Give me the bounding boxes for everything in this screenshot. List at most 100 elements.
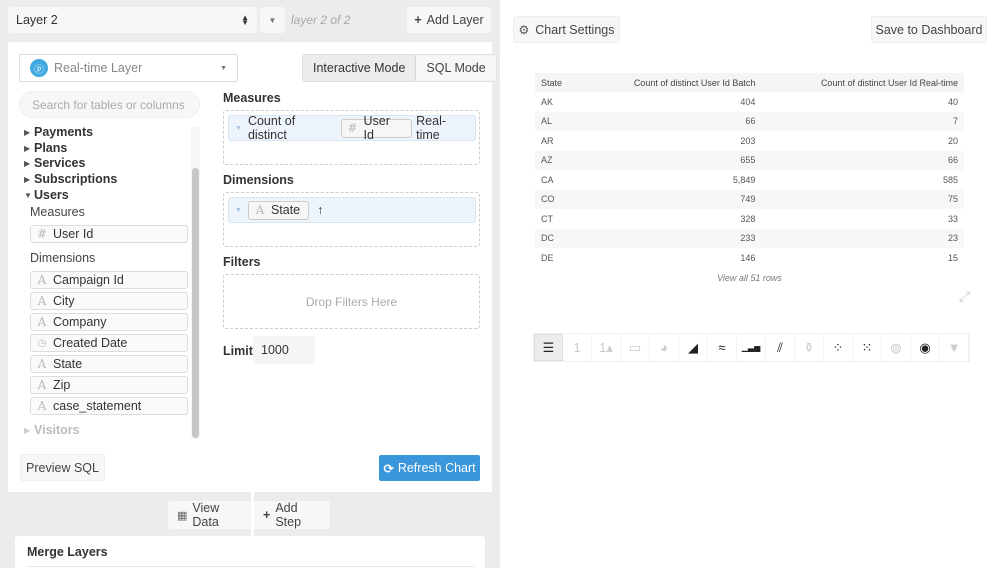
- tree-item-visitors[interactable]: ▶ Visitors: [24, 423, 80, 437]
- table-cell: 585: [942, 174, 958, 185]
- filters-title: Filters: [223, 255, 261, 269]
- viz-filter-button[interactable]: ▼: [940, 334, 969, 361]
- table-header-row: State Count of distinct User Id Batch Co…: [535, 73, 964, 92]
- expand-icon[interactable]: ⤢: [959, 288, 970, 305]
- tree-item-label: Subscriptions: [34, 172, 118, 186]
- table-row: CA 5,849 585: [535, 170, 964, 190]
- number-icon: #: [37, 227, 48, 241]
- dimension-field-chip: A State: [247, 200, 310, 220]
- table-cell: 66: [761, 150, 964, 170]
- tree-item-services[interactable]: ▶ Services: [24, 156, 85, 170]
- view-data-label: View Data: [192, 501, 220, 529]
- table-row: AR 203 20: [535, 131, 964, 151]
- measures-title: Measures: [223, 91, 281, 105]
- text-icon: A: [37, 294, 47, 308]
- table-cell: 233: [579, 228, 762, 248]
- table-cell: CT: [541, 213, 553, 224]
- column-header[interactable]: Count of distinct User Id Batch: [579, 73, 762, 92]
- tree-item-users[interactable]: ▼ Users: [24, 188, 69, 202]
- column-header[interactable]: State: [535, 73, 580, 92]
- text-icon: A: [37, 357, 47, 371]
- column-header[interactable]: Count of distinct User Id Real-time: [761, 73, 964, 92]
- sort-ascending-icon[interactable]: ↑: [317, 203, 323, 217]
- single-value-trend-chart-icon: 1▴: [599, 339, 613, 355]
- tree-item-plans[interactable]: ▶ Plans: [24, 141, 67, 155]
- table-grid-icon: ▦: [177, 509, 188, 522]
- field-label: Zip: [53, 378, 71, 392]
- field-created-date[interactable]: ◷ Created Date: [30, 334, 188, 352]
- save-to-dashboard-button[interactable]: Save to Dashboard: [871, 16, 987, 43]
- layer-select[interactable]: Layer 2 ▲ ▼: [8, 7, 257, 33]
- table-row: CO 749 75: [535, 189, 964, 209]
- field-zip[interactable]: A Zip: [30, 376, 188, 394]
- measure-pill[interactable]: ▼ Count of distinct # User Id Real-time: [228, 114, 476, 142]
- schema-search-input[interactable]: Search for tables or columns: [19, 91, 200, 118]
- viz-bar-line-button[interactable]: ⫽: [766, 334, 795, 361]
- field-campaign-id[interactable]: A Campaign Id: [30, 271, 188, 289]
- table-cell: 328: [740, 213, 756, 224]
- limit-input[interactable]: 1000: [253, 336, 315, 364]
- viz-funnel-button[interactable]: ⚱: [795, 334, 824, 361]
- viz-bar-button[interactable]: ▁▃▅: [737, 334, 766, 361]
- viz-single-value-trend-button[interactable]: 1▴: [592, 334, 621, 361]
- field-state[interactable]: A State: [30, 355, 188, 373]
- preview-sql-button[interactable]: Preview SQL: [20, 454, 105, 481]
- table-cell: AL: [535, 111, 580, 131]
- field-case-statement[interactable]: A case_statement: [30, 397, 188, 415]
- view-data-button[interactable]: ▦ View Data: [168, 501, 251, 529]
- dimension-pill[interactable]: ▼ A State ↑: [228, 197, 476, 223]
- viz-area-button[interactable]: ◢: [679, 334, 708, 361]
- field-user-id[interactable]: # User Id: [30, 225, 188, 243]
- schema-scrollbar-thumb[interactable]: [192, 168, 199, 438]
- caret-down-icon[interactable]: ▼: [235, 207, 242, 214]
- filter-chart-icon: ▼: [947, 340, 961, 355]
- table-cell: 203: [740, 135, 756, 146]
- sql-mode-button[interactable]: SQL Mode: [416, 55, 496, 81]
- text-icon: A: [255, 203, 265, 217]
- viz-scatter-button[interactable]: ⁘: [824, 334, 853, 361]
- area-chart-icon: ◢: [688, 339, 698, 355]
- viz-progress-button[interactable]: ▭: [621, 334, 650, 361]
- layer-menu-button[interactable]: ▼: [260, 7, 285, 33]
- viz-geo-map-button[interactable]: ◍: [882, 334, 911, 361]
- tree-item-payments[interactable]: ▶ Payments: [24, 125, 93, 139]
- add-layer-button[interactable]: + Add Layer: [407, 7, 491, 33]
- add-step-button[interactable]: + Add Step: [254, 501, 330, 529]
- viz-pie-button[interactable]: ◕: [650, 334, 679, 361]
- plus-icon: +: [414, 13, 422, 27]
- table-cell: 146: [740, 252, 756, 263]
- field-company[interactable]: A Company: [30, 313, 188, 331]
- table-cell: CA: [541, 174, 554, 185]
- interactive-mode-button[interactable]: Interactive Mode: [303, 55, 417, 81]
- postgres-elephant-icon: ⓟ: [30, 59, 48, 77]
- measure-alias: Real-time: [416, 114, 447, 142]
- refresh-chart-button[interactable]: ⟳ Refresh Chart: [379, 455, 480, 481]
- table-chart-icon: ☰: [542, 339, 555, 355]
- chart-settings-button[interactable]: ⚙ Chart Settings: [513, 16, 620, 43]
- geo-map-chart-icon: ◍: [890, 339, 902, 355]
- field-city[interactable]: A City: [30, 292, 188, 310]
- single-value-chart-icon: 1: [573, 340, 581, 355]
- tree-item-subscriptions[interactable]: ▶ Subscriptions: [24, 172, 117, 186]
- pie-chart-icon: ◕: [660, 340, 668, 355]
- viz-geo-heatmap-button[interactable]: ◉: [911, 334, 940, 361]
- viz-table-button[interactable]: ☰: [534, 334, 563, 361]
- viz-single-value-button[interactable]: 1: [563, 334, 592, 361]
- limit-value: 1000: [261, 343, 289, 357]
- view-all-rows-link[interactable]: View all 51 rows: [535, 273, 964, 283]
- tree-item-label: Plans: [34, 141, 68, 155]
- measure-field-chip: # User Id: [340, 114, 413, 142]
- geo-heatmap-chart-icon: ◉: [919, 339, 931, 355]
- gear-icon: ⚙: [518, 22, 530, 37]
- data-source-select[interactable]: ⓟ Real-time Layer ▼: [19, 54, 238, 82]
- viz-line-button[interactable]: ≈: [708, 334, 737, 361]
- layer-count: layer 2 of 2: [291, 13, 351, 27]
- table-cell: 655: [579, 150, 762, 170]
- viz-bubble-button[interactable]: ⁙: [853, 334, 882, 361]
- tree-item-label: Visitors: [34, 423, 80, 437]
- number-icon: #: [347, 121, 358, 135]
- caret-down-icon[interactable]: ▼: [235, 125, 242, 132]
- triangle-right-icon: ▶: [24, 158, 31, 168]
- field-label: User Id: [53, 227, 94, 241]
- filters-dropzone[interactable]: Drop Filters Here: [223, 274, 480, 329]
